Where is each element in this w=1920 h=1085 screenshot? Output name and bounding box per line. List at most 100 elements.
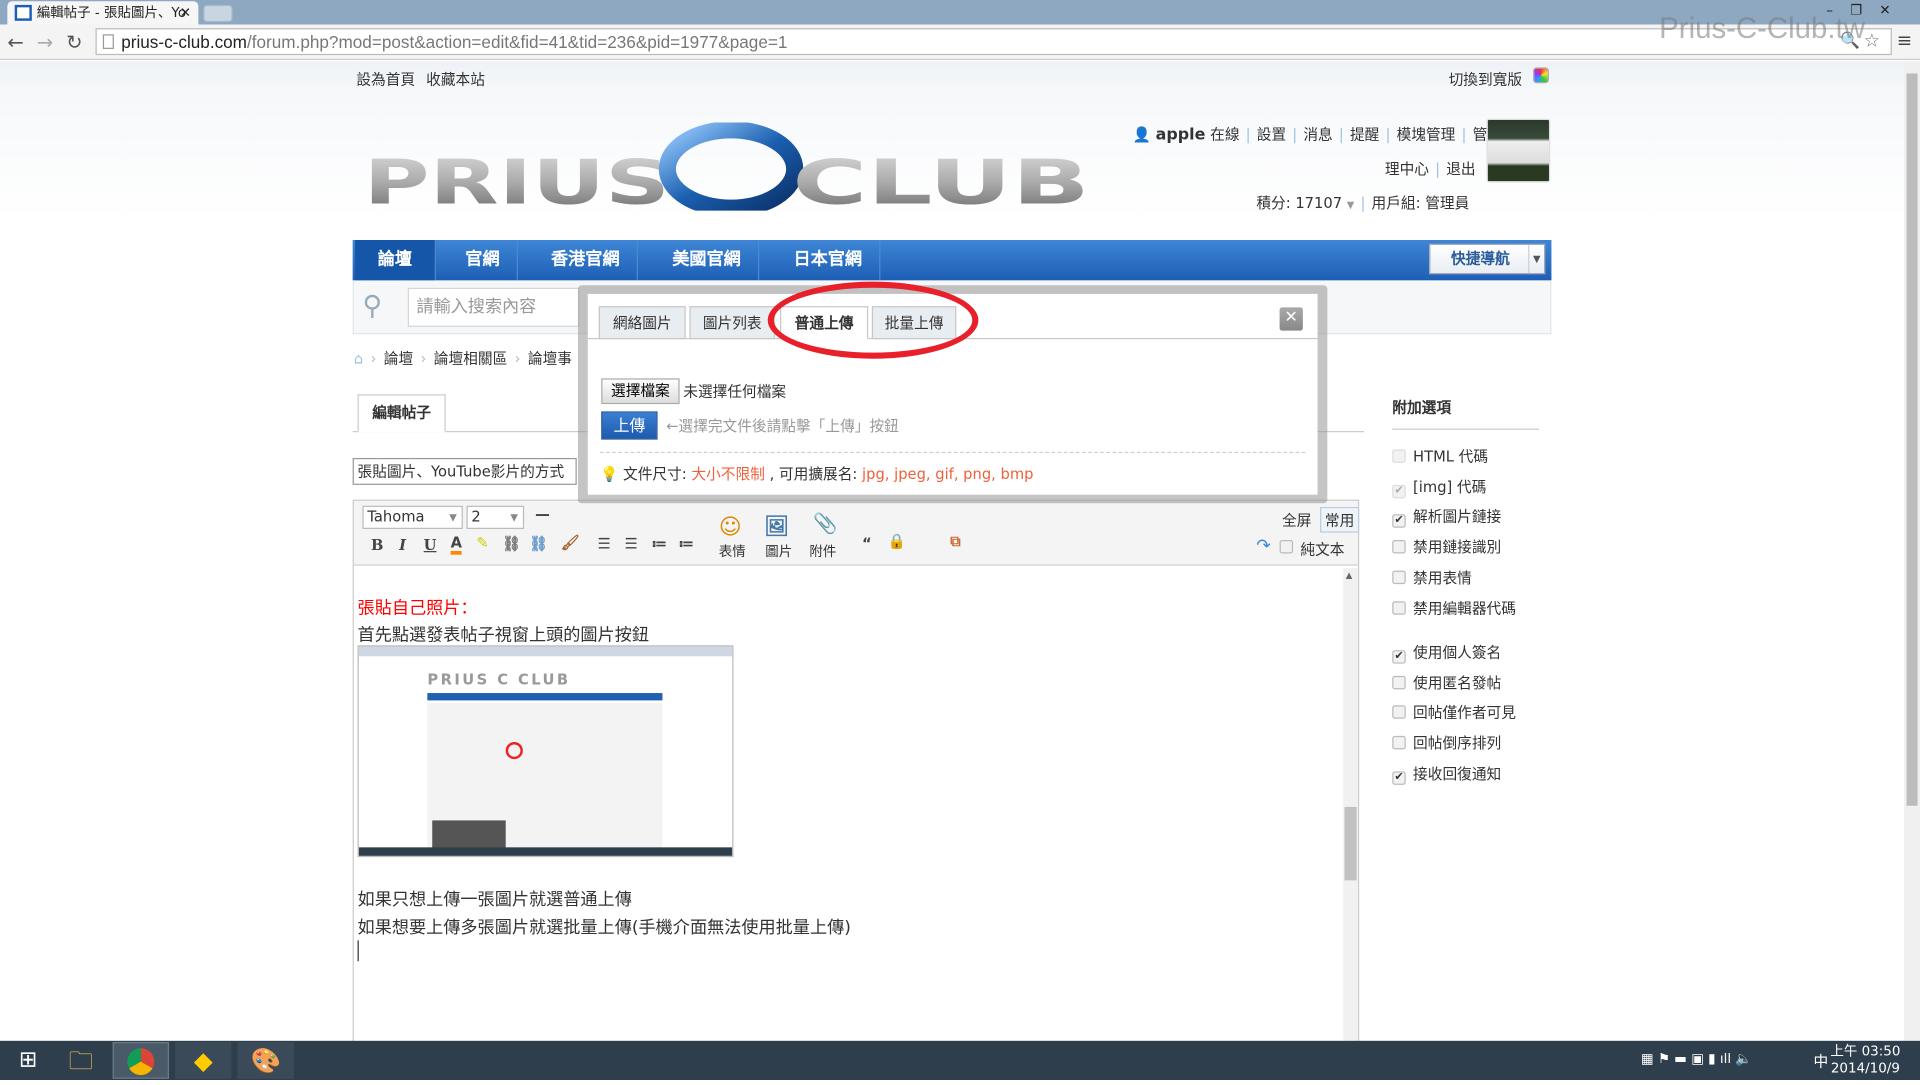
option-item[interactable]: HTML 代碼 <box>1392 446 1488 467</box>
search-input[interactable]: 請輸入搜索內容 <box>407 287 580 327</box>
tab-web-image[interactable]: 網絡圖片 <box>598 306 686 340</box>
forward-icon[interactable]: → <box>37 31 53 54</box>
points-link[interactable]: 積分: 17107 <box>1256 195 1342 212</box>
option-checkbox[interactable] <box>1392 735 1406 750</box>
menu-icon[interactable]: ≡ <box>1897 29 1912 51</box>
messages-link[interactable]: 消息 <box>1303 126 1332 143</box>
admin-center-link[interactable]: 管 <box>1473 126 1488 143</box>
module-admin-link[interactable]: 模塊管理 <box>1397 126 1456 143</box>
option-checkbox[interactable]: ✔ <box>1392 650 1406 664</box>
option-checkbox[interactable] <box>1392 675 1406 690</box>
size-select[interactable]: 2 ▼ <box>466 505 525 529</box>
avatar[interactable] <box>1486 118 1551 183</box>
quick-nav-button[interactable]: 快捷導航 ▼ <box>1428 243 1546 275</box>
new-tab-button[interactable] <box>203 4 233 23</box>
set-home-link[interactable]: 設為首頁 <box>356 69 415 90</box>
close-icon[interactable]: ✕ <box>1279 307 1303 331</box>
online-status[interactable]: 在線 <box>1210 126 1239 143</box>
option-item[interactable]: ✔ 使用個人簽名 <box>1392 642 1501 664</box>
emoticon-button[interactable]: 表情 <box>719 541 746 561</box>
italic-icon[interactable]: I <box>399 536 406 553</box>
unordered-list-icon[interactable]: ≔ <box>678 535 694 552</box>
option-item[interactable]: 禁用編輯器代碼 <box>1392 598 1516 619</box>
ordered-list-icon[interactable]: ≔ <box>651 535 667 552</box>
clock[interactable]: 上午 03:50 2014/10/9 <box>1830 1043 1900 1077</box>
option-item[interactable]: ✔ 接收回復通知 <box>1392 763 1501 785</box>
reminders-link[interactable]: 提醒 <box>1350 126 1379 143</box>
plaintext-checkbox[interactable] <box>1279 540 1294 554</box>
app-icon[interactable]: ◆ <box>175 1042 232 1079</box>
image-icon[interactable]: 🖼 <box>764 514 789 537</box>
font-select[interactable]: Tahoma ▼ <box>362 505 463 529</box>
option-checkbox[interactable] <box>1392 570 1406 585</box>
back-icon[interactable]: ← <box>7 31 23 54</box>
nav-us-official[interactable]: 美國官網 <box>655 240 760 281</box>
browser-tab[interactable]: 編輯帖子 - 張貼圖片、Yo ✕ <box>7 1 199 25</box>
option-checkbox[interactable] <box>1392 449 1406 463</box>
highlight-icon[interactable]: ✎ <box>476 534 488 551</box>
bookmark-star-icon[interactable]: ☆ <box>1864 29 1880 51</box>
settings-link[interactable]: 設置 <box>1257 126 1286 143</box>
logout-link[interactable]: 退出 <box>1446 160 1475 177</box>
attachment-button[interactable]: 附件 <box>809 541 836 561</box>
tab-image-list[interactable]: 圖片列表 <box>689 306 776 340</box>
option-checkbox[interactable] <box>1392 601 1406 615</box>
unlink-icon[interactable]: ⛓ <box>529 535 548 552</box>
close-tab-icon[interactable]: ✕ <box>180 1 191 24</box>
underline-icon[interactable]: U <box>424 536 437 553</box>
file-explorer-icon[interactable]: 🗀 <box>53 1042 109 1079</box>
editor-scrollbar[interactable]: ▲ <box>1343 568 1358 1041</box>
color-palette-icon[interactable] <box>1533 67 1549 84</box>
paste-image-icon[interactable]: ⧉ <box>950 533 961 551</box>
fullscreen-button[interactable]: 全屏 <box>1282 509 1311 530</box>
points-dropdown-icon[interactable]: ▼ <box>1347 200 1355 211</box>
nav-forum[interactable]: 論壇 <box>355 240 436 281</box>
option-item[interactable]: 禁用表情 <box>1392 567 1472 588</box>
common-mode-button[interactable]: 常用 <box>1320 506 1360 533</box>
option-checkbox[interactable]: ✔ <box>1392 771 1406 785</box>
option-item[interactable]: ✔ 解析圖片鏈接 <box>1392 506 1501 528</box>
start-button[interactable]: ⊞ <box>0 1042 56 1079</box>
bookmark-site-link[interactable]: 收藏本站 <box>426 69 485 90</box>
image-button[interactable]: 圖片 <box>765 541 792 561</box>
tab-edit-post[interactable]: 編輯帖子 <box>357 394 446 433</box>
admin-center-link-cont[interactable]: 理中心 <box>1385 160 1429 177</box>
nav-hk-official[interactable]: 香港官網 <box>534 240 638 281</box>
address-bar[interactable]: prius-c-club.com/forum.php?mod=post&acti… <box>95 28 1892 56</box>
breadcrumb-board[interactable]: 論壇事 <box>528 350 572 367</box>
site-logo[interactable]: PRIUS CLUB <box>364 122 1093 211</box>
nav-official[interactable]: 官網 <box>448 240 518 281</box>
breadcrumb-section[interactable]: 論壇相關區 <box>434 350 507 367</box>
page-scrollbar[interactable] <box>1904 61 1920 1041</box>
choose-file-button[interactable]: 選擇檔案 <box>601 378 680 405</box>
option-item[interactable]: 使用匿名發帖 <box>1392 672 1501 693</box>
reload-icon[interactable]: ↻ <box>66 31 82 54</box>
option-item[interactable]: 禁用鏈接識別 <box>1392 536 1501 557</box>
quote-icon[interactable]: “ <box>862 535 872 552</box>
lock-icon[interactable]: 🔒 <box>888 533 906 550</box>
option-item[interactable]: 回帖僅作者可見 <box>1392 702 1516 723</box>
option-item[interactable]: 回帖倒序排列 <box>1392 732 1501 753</box>
align-left-icon[interactable]: ☰ <box>598 535 611 552</box>
bold-icon[interactable]: B <box>371 536 383 553</box>
option-checkbox[interactable] <box>1392 540 1406 554</box>
home-icon[interactable]: ⌂ <box>354 350 363 367</box>
chrome-icon[interactable] <box>112 1042 169 1079</box>
subject-input[interactable]: 張貼圖片、YouTube影片的方式 <box>352 457 577 485</box>
redo-icon[interactable]: ↷ <box>1256 536 1270 556</box>
attachment-icon[interactable]: 📎 <box>813 512 837 535</box>
option-checkbox[interactable]: ✔ <box>1392 514 1406 528</box>
font-color-icon[interactable]: A <box>450 534 462 555</box>
tray-icons[interactable]: ▦ ⚑ ▬ ▣ ▮ ıll 🔈 <box>1641 1051 1752 1067</box>
clear-format-icon[interactable]: 🖌 <box>561 534 580 551</box>
upload-button[interactable]: 上傳 <box>601 411 658 440</box>
option-item[interactable]: ✔ [img] 代碼 <box>1392 476 1486 499</box>
align-right-icon[interactable]: ☰ <box>624 535 637 552</box>
username-link[interactable]: apple <box>1156 126 1206 144</box>
breadcrumb-forum[interactable]: 論壇 <box>384 350 413 367</box>
ime-indicator[interactable]: 中 <box>1813 1051 1828 1072</box>
option-checkbox[interactable]: ✔ <box>1392 484 1406 499</box>
switch-wide-link[interactable]: 切換到寬版 <box>1449 69 1522 90</box>
hr-icon[interactable]: — <box>535 506 550 523</box>
paint-icon[interactable]: 🎨 <box>237 1042 294 1079</box>
